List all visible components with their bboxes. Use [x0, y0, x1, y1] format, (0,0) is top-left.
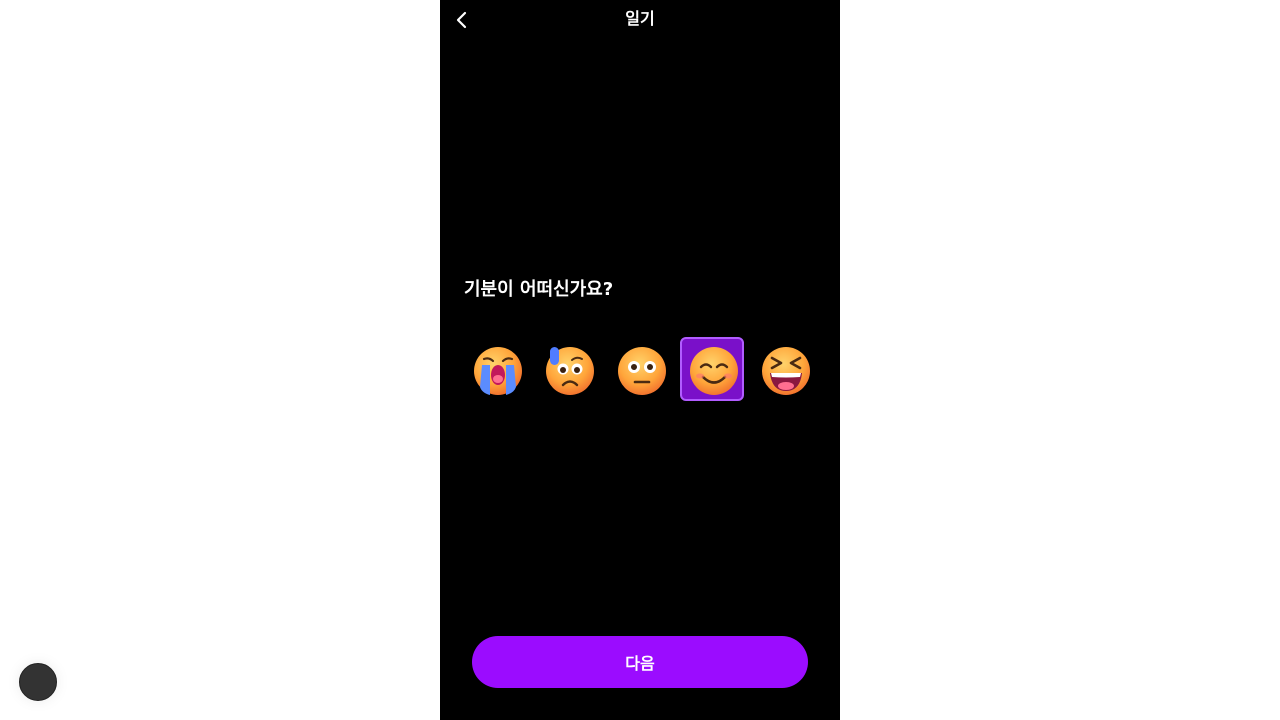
mood-question: 기분이 어떠신가요?: [464, 279, 614, 300]
mood-option-laughing[interactable]: [752, 337, 816, 401]
anxious-face-with-sweat-icon: [546, 347, 594, 395]
mood-option-anxious[interactable]: [536, 337, 600, 401]
mood-selector: [464, 337, 816, 401]
next-button[interactable]: 다음: [472, 636, 808, 688]
loudly-crying-face-icon: [474, 347, 522, 395]
header: 일기: [440, 0, 840, 40]
mood-option-smiling[interactable]: [680, 337, 744, 401]
mood-option-crying[interactable]: [464, 337, 528, 401]
floating-action-button[interactable]: [19, 663, 57, 701]
smiling-face-icon: [690, 347, 738, 395]
neutral-face-icon: [618, 347, 666, 395]
diary-screen: 일기 기분이 어떠신가요? 다음: [440, 0, 840, 720]
grinning-squinting-face-icon: [762, 347, 810, 395]
page-title: 일기: [625, 9, 655, 28]
mood-option-neutral[interactable]: [608, 337, 672, 401]
